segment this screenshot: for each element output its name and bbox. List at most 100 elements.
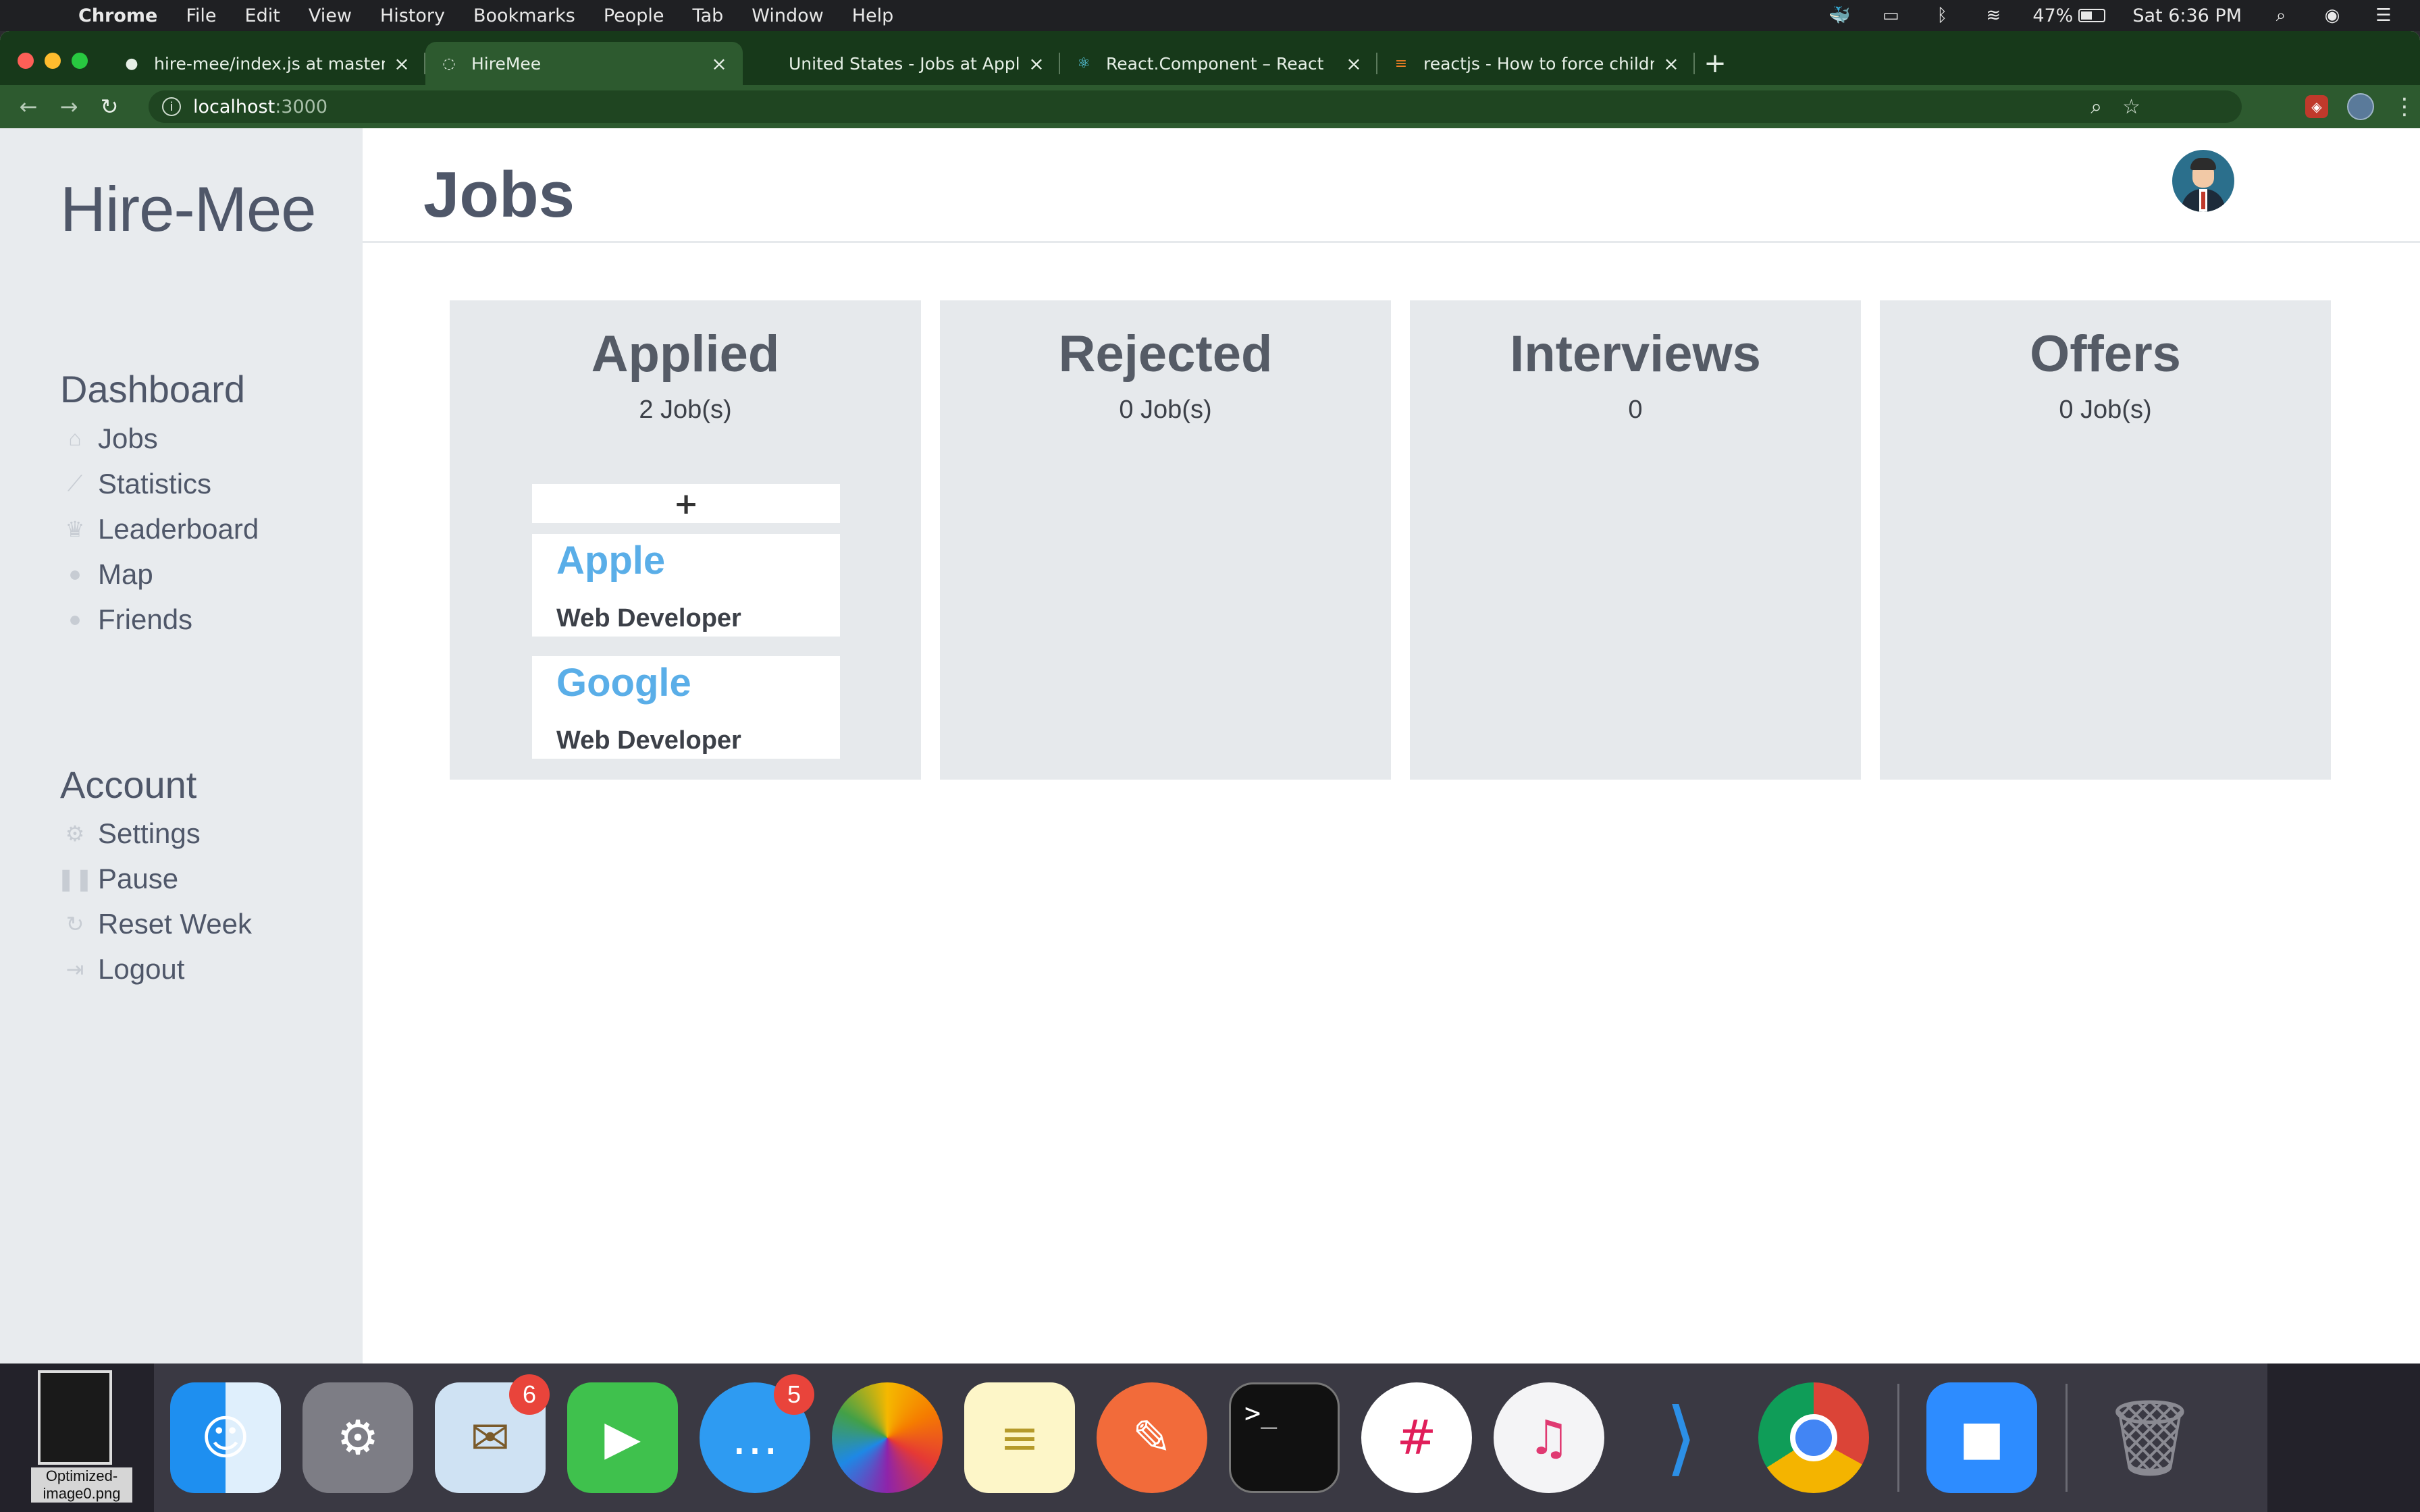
close-tab-icon[interactable]: ×: [1344, 53, 1364, 75]
messages-badge: 5: [774, 1374, 814, 1415]
browser-tab-stackoverflow[interactable]: ≡ reactjs - How to force children ×: [1377, 42, 1695, 85]
address-bar[interactable]: i localhost:3000 ⌕ ☆: [149, 90, 2242, 123]
notes-icon[interactable]: ≡: [964, 1382, 1075, 1493]
browser-tab-react[interactable]: ⚛ React.Component – React ×: [1060, 42, 1377, 85]
close-tab-icon[interactable]: ×: [392, 53, 412, 75]
siri-icon[interactable]: ◉: [2320, 5, 2344, 26]
docker-icon[interactable]: 🐳: [1827, 5, 1851, 26]
profile-avatar-icon[interactable]: [2347, 93, 2374, 120]
mail-icon[interactable]: ✉ 6: [435, 1374, 550, 1493]
finder-icon[interactable]: ☺: [170, 1382, 281, 1493]
menu-window[interactable]: Window: [752, 5, 823, 26]
browser-tab-hiremee[interactable]: ◌ HireMee ×: [425, 42, 743, 85]
add-job-button[interactable]: +: [532, 484, 840, 523]
sidebar-item-jobs[interactable]: ⌂ Jobs: [60, 416, 259, 461]
terminal-icon[interactable]: >_: [1229, 1382, 1340, 1493]
sidebar-item-reset-week[interactable]: ↻ Reset Week: [60, 901, 252, 946]
menu-app-name[interactable]: Chrome: [78, 5, 157, 26]
dock-separator: [1897, 1384, 1899, 1492]
reload-icon[interactable]: ↻: [97, 94, 122, 119]
menu-bookmarks[interactable]: Bookmarks: [473, 5, 575, 26]
menu-edit[interactable]: Edit: [245, 5, 280, 26]
system-preferences-icon[interactable]: ⚙: [302, 1382, 413, 1493]
sidebar-item-label: Leaderboard: [98, 512, 259, 545]
bluetooth-icon[interactable]: ᛒ: [1930, 5, 1954, 26]
url-port: :3000: [275, 96, 328, 117]
sidebar-item-statistics[interactable]: ⟋ Statistics: [60, 461, 259, 506]
brand-logo[interactable]: Hire-Mee: [60, 173, 317, 246]
sidebar-item-friends[interactable]: ● Friends: [60, 597, 259, 642]
chrome-icon[interactable]: [1758, 1382, 1869, 1493]
menu-tab[interactable]: Tab: [693, 5, 724, 26]
sidebar-item-leaderboard[interactable]: ♛ Leaderboard: [60, 506, 259, 551]
menu-people[interactable]: People: [604, 5, 664, 26]
extension-icon[interactable]: ◈: [2305, 95, 2328, 118]
job-card[interactable]: Google Web Developer: [532, 656, 840, 759]
column-count: 0 Job(s): [1119, 396, 1212, 424]
clock[interactable]: Sat 6:36 PM: [2132, 5, 2242, 26]
dashboard-nav: ⌂ Jobs ⟋ Statistics ♛ Leaderboard ● Map …: [60, 416, 259, 642]
trophy-icon: ♛: [65, 516, 85, 541]
bookmark-star-icon[interactable]: ☆: [2122, 95, 2140, 119]
menu-history[interactable]: History: [380, 5, 445, 26]
wifi-icon[interactable]: ≋: [1981, 5, 2005, 26]
file-thumbnail: [38, 1370, 112, 1465]
sidebar-item-label: Statistics: [98, 467, 212, 500]
mail-badge: 6: [509, 1374, 550, 1415]
sidebar-item-label: Pause: [98, 862, 179, 894]
music-icon[interactable]: ♫: [1494, 1382, 1604, 1493]
tab-title: United States - Jobs at Apple: [789, 53, 1020, 74]
job-card[interactable]: Apple Web Developer: [532, 534, 840, 637]
minimize-window-button[interactable]: [45, 53, 61, 69]
sidebar-item-map[interactable]: ● Map: [60, 551, 259, 597]
slack-icon[interactable]: #: [1361, 1382, 1472, 1493]
job-role: Web Developer: [556, 604, 741, 632]
browser-tab-apple-jobs[interactable]: United States - Jobs at Apple ×: [743, 42, 1060, 85]
menu-help[interactable]: Help: [852, 5, 894, 26]
gear-icon: ⚙: [65, 821, 85, 846]
zoom-icon[interactable]: ■: [1926, 1382, 2037, 1493]
chart-icon: ⟋: [67, 470, 83, 495]
url-host: localhost: [193, 96, 275, 117]
dashboard-section-title: Dashboard: [60, 368, 245, 410]
column-interviews: Interviews 0: [1410, 300, 1861, 780]
close-tab-icon[interactable]: ×: [709, 53, 729, 75]
sidebar-item-label: Reset Week: [98, 907, 252, 940]
browser-tab-github[interactable]: ● hire-mee/index.js at master · h ×: [108, 42, 425, 85]
back-icon[interactable]: ←: [16, 94, 41, 119]
menu-file[interactable]: File: [186, 5, 216, 26]
vscode-icon[interactable]: ⟩: [1626, 1382, 1737, 1493]
zoom-icon[interactable]: ⌕: [2090, 95, 2102, 119]
apple-icon: [756, 53, 777, 74]
account-section-title: Account: [60, 763, 197, 806]
close-tab-icon[interactable]: ×: [1026, 53, 1047, 75]
messages-icon[interactable]: … 5: [700, 1374, 814, 1493]
trash-icon[interactable]: 🗑: [2095, 1382, 2205, 1493]
job-role: Web Developer: [556, 726, 741, 755]
forward-icon[interactable]: →: [57, 94, 81, 119]
avatar[interactable]: [2172, 150, 2234, 212]
sidebar-item-settings[interactable]: ⚙ Settings: [60, 811, 252, 856]
photos-icon[interactable]: [832, 1382, 943, 1493]
spotlight-search-icon[interactable]: ⌕: [2269, 5, 2293, 26]
menu-bar: Chrome File Edit View History Bookmarks …: [0, 0, 2420, 31]
close-tab-icon[interactable]: ×: [1661, 53, 1681, 75]
sidebar-item-logout[interactable]: ⇥ Logout: [60, 946, 252, 992]
site-info-icon[interactable]: i: [162, 97, 181, 116]
menu-view[interactable]: View: [309, 5, 352, 26]
dock-separator: [2066, 1384, 2068, 1492]
battery-status[interactable]: 47%: [2032, 5, 2106, 26]
facetime-icon[interactable]: ▶: [567, 1382, 678, 1493]
chrome-menu-icon[interactable]: ⋮: [2393, 93, 2416, 120]
tab-strip: ● hire-mee/index.js at master · h × ◌ Hi…: [0, 31, 2420, 128]
postman-icon[interactable]: ✎: [1097, 1382, 1207, 1493]
airplay-icon[interactable]: ▭: [1878, 5, 1903, 26]
pause-icon: ❚❚: [57, 866, 93, 891]
sidebar-item-pause[interactable]: ❚❚ Pause: [57, 856, 252, 901]
briefcase-icon: ⌂: [68, 426, 82, 450]
close-window-button[interactable]: [18, 53, 34, 69]
notification-center-icon[interactable]: ☰: [2371, 5, 2396, 26]
new-tab-button[interactable]: +: [1695, 42, 1735, 85]
desktop-file[interactable]: Optimized-image0.png: [31, 1370, 132, 1509]
zoom-window-button[interactable]: [72, 53, 88, 69]
